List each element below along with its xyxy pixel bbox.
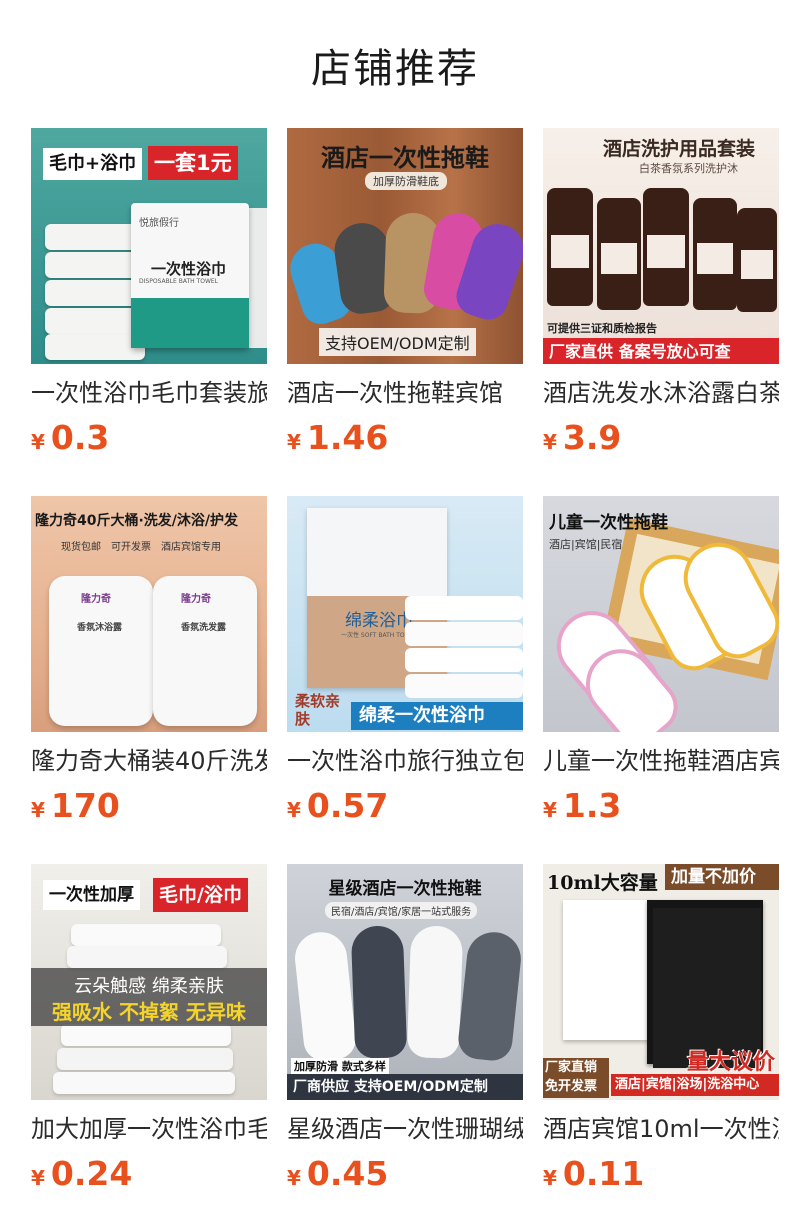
product-image[interactable]: 儿童一次性拖鞋 酒店|宾馆|民宿 [543,496,779,732]
product-image[interactable]: 悦旅假行 一次性浴巾 DISPOSABLE BATH TOWEL 毛巾+浴巾 一… [31,128,267,364]
currency-symbol: ¥ [543,1166,557,1190]
product-card[interactable]: 酒店一次性拖鞋 加厚防滑鞋底 支持OEM/ODM定制 酒店一次性拖鞋宾馆 ¥1.… [287,128,523,496]
product-name[interactable]: 酒店宾馆10ml一次性洗护 [543,1113,779,1145]
product-price: ¥0.11 [543,1154,644,1198]
pack-title: 一次性浴巾 [151,260,227,278]
image-footer: 支持OEM/ODM定制 [319,328,476,356]
big-label: 量大议价 [687,1050,776,1075]
pack-title: 绵柔浴巾 [345,611,413,631]
tank-label-a: 香氛沐浴露 [77,623,123,633]
product-card[interactable]: 酒店洗护用品套装 白茶香氛系列洗护沐 可提供三证和质检报告 厂家直供 备案号放心… [543,128,779,496]
currency-symbol: ¥ [31,430,45,454]
image-headline: 隆力奇40斤大桶·洗发/沐浴/护发 [35,513,239,529]
tank-label-b: 香氛洗发露 [181,623,227,633]
promo-tag-type: 毛巾/浴巾 [153,878,248,912]
product-price: ¥0.57 [287,786,388,830]
image-headline: 酒店洗护用品套装 [603,138,756,160]
image-line1: 云朵触感 绵柔亲肤 [74,976,224,997]
product-card[interactable]: 儿童一次性拖鞋 酒店|宾馆|民宿 儿童一次性拖鞋酒店宾馆 ¥1.3 [543,496,779,864]
price-value: 0.45 [306,1154,389,1193]
price-value: 3.9 [562,418,622,457]
product-image[interactable]: 一次性加厚 毛巾/浴巾 云朵触感 绵柔亲肤 强吸水 不掉絮 无异味 [31,864,267,1100]
image-footer: 厂家直供 备案号放心可查 [543,338,779,364]
image-subtitle: 酒店|宾馆|民宿 [549,538,623,551]
product-price: ¥3.9 [543,418,621,462]
tank-brand: 隆力奇 [81,594,111,605]
product-image[interactable]: 酒店洗护用品套装 白茶香氛系列洗护沐 可提供三证和质检报告 厂家直供 备案号放心… [543,128,779,364]
product-name[interactable]: 酒店一次性拖鞋宾馆 [287,377,523,409]
currency-symbol: ¥ [287,1166,301,1190]
image-note: 可提供三证和质检报告 [547,322,657,335]
product-card[interactable]: 绵柔浴巾 一次性 SOFT BATH TOWEL 柔软亲肤 绵柔一次性浴巾 一次… [287,496,523,864]
product-price: ¥1.3 [543,786,621,830]
image-headline: 10ml大容量 [547,872,658,894]
image-footer: 厂商供应 支持OEM/ODM定制 [287,1074,523,1100]
product-price: ¥170 [31,786,120,830]
product-card[interactable]: 一次性加厚 毛巾/浴巾 云朵触感 绵柔亲肤 强吸水 不掉絮 无异味 加大加厚一次… [31,864,267,1232]
product-card[interactable]: 隆力奇40斤大桶·洗发/沐浴/护发 现货包邮 可开发票 酒店宾馆专用 隆力奇 香… [31,496,267,864]
currency-symbol: ¥ [31,1166,45,1190]
product-price: ¥1.46 [287,418,388,462]
promo-tag-price: 一套1元 [148,146,238,180]
product-image[interactable]: 星级酒店一次性拖鞋 民宿/酒店/宾馆/家居一站式服务 加厚防滑 款式多样 厂商供… [287,864,523,1100]
product-card[interactable]: 悦旅假行 一次性浴巾 DISPOSABLE BATH TOWEL 毛巾+浴巾 一… [31,128,267,496]
image-headline: 酒店一次性拖鞋 [321,144,489,172]
product-price: ¥0.24 [31,1154,132,1198]
price-value: 0.3 [50,418,110,457]
image-subtitle: 民宿/酒店/宾馆/家居一站式服务 [325,902,478,919]
tank-brand-b: 隆力奇 [181,594,211,605]
image-headline: 儿童一次性拖鞋 [549,513,668,533]
currency-symbol: ¥ [543,798,557,822]
product-card[interactable]: 星级酒店一次性拖鞋 民宿/酒店/宾馆/家居一站式服务 加厚防滑 款式多样 厂商供… [287,864,523,1232]
product-image[interactable]: 绵柔浴巾 一次性 SOFT BATH TOWEL 柔软亲肤 绵柔一次性浴巾 [287,496,523,732]
image-subtitle: 加厚防滑鞋底 [365,172,447,190]
price-value: 1.46 [306,418,389,457]
promo-tag: 一次性加厚 [43,880,140,910]
image-subtitle: 现货包邮 可开发票 酒店宾馆专用 [61,542,221,553]
price-value: 170 [50,786,120,825]
product-image[interactable]: 隆力奇40斤大桶·洗发/沐浴/护发 现货包邮 可开发票 酒店宾馆专用 隆力奇 香… [31,496,267,732]
price-value: 0.57 [306,786,389,825]
corner-tag: 厂家直销免开发票 [543,1058,609,1098]
image-footer: 绵柔一次性浴巾 [351,702,523,730]
product-name[interactable]: 儿童一次性拖鞋酒店宾馆 [543,745,779,777]
image-line2: 强吸水 不掉絮 无异味 [52,1000,246,1024]
product-name[interactable]: 酒店洗发水沐浴露白茶 [543,377,779,409]
pack-subtitle: DISPOSABLE BATH TOWEL [139,278,219,285]
promo-tag: 加量不加价 [665,864,779,890]
price-value: 1.3 [562,786,622,825]
product-price: ¥0.3 [31,418,109,462]
currency-symbol: ¥ [543,430,557,454]
product-card[interactable]: 10ml大容量 加量不加价 量大议价 厂家直销免开发票 酒店|宾馆|浴场|洗浴中… [543,864,779,1232]
product-price: ¥0.45 [287,1154,388,1198]
product-name[interactable]: 一次性浴巾毛巾套装旅行 [31,377,267,409]
currency-symbol: ¥ [287,798,301,822]
currency-symbol: ¥ [287,430,301,454]
product-image[interactable]: 10ml大容量 加量不加价 量大议价 厂家直销免开发票 酒店|宾馆|浴场|洗浴中… [543,864,779,1100]
image-headline: 星级酒店一次性拖鞋 [328,879,482,899]
currency-symbol: ¥ [31,798,45,822]
product-name[interactable]: 隆力奇大桶装40斤洗发水 [31,745,267,777]
product-image[interactable]: 酒店一次性拖鞋 加厚防滑鞋底 支持OEM/ODM定制 [287,128,523,364]
product-grid: 悦旅假行 一次性浴巾 DISPOSABLE BATH TOWEL 毛巾+浴巾 一… [31,128,779,1232]
page-title: 店铺推荐 [311,46,479,92]
pack-brand: 悦旅假行 [139,218,179,229]
price-value: 0.11 [562,1154,645,1193]
price-value: 0.24 [50,1154,133,1193]
image-note: 加厚防滑 款式多样 [291,1058,389,1074]
product-name[interactable]: 星级酒店一次性珊瑚绒拖鞋 [287,1113,523,1145]
promo-tag: 毛巾+浴巾 [43,148,143,180]
product-name[interactable]: 加大加厚一次性浴巾毛巾 [31,1113,267,1145]
corner-tag: 柔软亲肤 [295,692,341,728]
image-subtitle: 白茶香氛系列洗护沐 [639,162,738,175]
image-footer: 酒店|宾馆|浴场|洗浴中心 [611,1074,779,1096]
product-name[interactable]: 一次性浴巾旅行独立包装 [287,745,523,777]
